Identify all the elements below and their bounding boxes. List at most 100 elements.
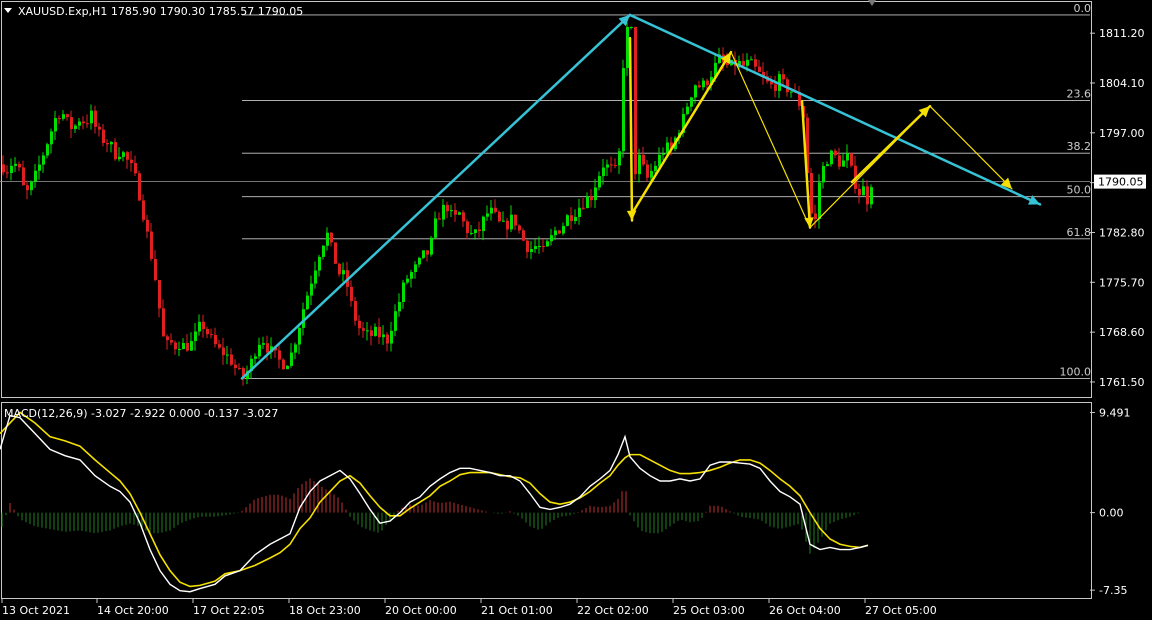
fib-level-label: 100.0 bbox=[1060, 365, 1092, 378]
candle-body bbox=[810, 173, 813, 214]
candle-body bbox=[154, 258, 157, 281]
trading-chart[interactable]: 0.0 23.6 38.2 50.0 61.8 100.0 1811.20 1804.10 1… bbox=[0, 0, 1152, 620]
candle-body bbox=[126, 152, 129, 160]
candle-body bbox=[362, 328, 365, 331]
time-axis-label: 22 Oct 02:00 bbox=[577, 604, 649, 617]
candle-body bbox=[826, 164, 829, 167]
fib-level-label: 0.0 bbox=[1074, 2, 1092, 15]
candle-body bbox=[234, 364, 237, 368]
candle-body bbox=[278, 350, 281, 360]
candle-body bbox=[506, 220, 509, 230]
candle-body bbox=[6, 172, 9, 174]
candle-body bbox=[702, 80, 705, 88]
candle-body bbox=[646, 164, 649, 178]
candle-body bbox=[574, 216, 577, 222]
candle-body bbox=[82, 121, 85, 124]
current-price-value: 1790.05 bbox=[1098, 176, 1144, 189]
candle-body bbox=[162, 308, 165, 337]
candle-body bbox=[518, 225, 521, 231]
candle-body bbox=[782, 74, 785, 80]
candle-body bbox=[598, 176, 601, 188]
fib-level-label: 23.6 bbox=[1067, 88, 1092, 101]
candle-body bbox=[846, 153, 849, 161]
candle-body bbox=[198, 321, 201, 332]
candle-body bbox=[742, 60, 745, 66]
candle-body bbox=[182, 343, 185, 350]
candle-body bbox=[650, 170, 653, 178]
candle-body bbox=[406, 278, 409, 283]
candle-body bbox=[66, 114, 69, 118]
fib-level-label: 61.8 bbox=[1067, 226, 1092, 239]
macd-axis-label: 9.491 bbox=[1099, 407, 1131, 420]
candle-body bbox=[610, 164, 613, 166]
candle-body bbox=[538, 246, 541, 248]
candle-body bbox=[706, 80, 709, 85]
price-axis-label: 1782.80 bbox=[1099, 226, 1145, 239]
candle-body bbox=[22, 167, 25, 186]
candle-body bbox=[542, 246, 545, 248]
candle-body bbox=[34, 170, 37, 182]
candle-body bbox=[62, 114, 65, 119]
candle-body bbox=[446, 204, 449, 212]
candle-body bbox=[566, 215, 569, 226]
candle-body bbox=[158, 280, 161, 309]
candle-body bbox=[774, 84, 777, 91]
candle-body bbox=[522, 230, 525, 241]
candle-body bbox=[374, 326, 377, 336]
price-axis-label: 1775.70 bbox=[1099, 276, 1145, 289]
candle-body bbox=[318, 256, 321, 271]
candle-body bbox=[594, 187, 597, 201]
candle-body bbox=[562, 225, 565, 234]
candle-body bbox=[474, 229, 477, 233]
candle-body bbox=[26, 185, 29, 191]
candle-body bbox=[138, 173, 141, 201]
candle-body bbox=[94, 110, 97, 127]
time-axis-label: 27 Oct 05:00 bbox=[865, 604, 937, 617]
candle-body bbox=[58, 118, 61, 120]
candle-body bbox=[822, 166, 825, 183]
price-axis-label: 1761.50 bbox=[1099, 376, 1145, 389]
candle-body bbox=[106, 142, 109, 145]
candle-body bbox=[266, 343, 269, 353]
candle-body bbox=[74, 125, 77, 129]
time-axis-label: 26 Oct 04:00 bbox=[769, 604, 841, 617]
candle-body bbox=[746, 59, 749, 66]
price-axis-label: 1804.10 bbox=[1099, 77, 1145, 90]
candle-body bbox=[166, 336, 169, 341]
candle-body bbox=[486, 213, 489, 217]
candle-body bbox=[410, 272, 413, 279]
fib-level-label: 38.2 bbox=[1067, 140, 1092, 153]
candle-body bbox=[398, 301, 401, 312]
candle-body bbox=[570, 215, 573, 222]
symbol-header: XAUUSD.Exp,H1 1785.90 1790.30 1785.57 17… bbox=[18, 5, 303, 18]
candle-body bbox=[334, 242, 337, 264]
candle-body bbox=[442, 204, 445, 220]
candle-body bbox=[350, 286, 353, 301]
candle-body bbox=[150, 231, 153, 259]
candle-body bbox=[262, 343, 265, 345]
macd-header: MACD(12,26,9) -3.027 -2.922 0.000 -0.137… bbox=[4, 407, 278, 420]
candle-body bbox=[478, 229, 481, 232]
candle-body bbox=[686, 106, 689, 115]
candle-body bbox=[858, 188, 861, 196]
candle-body bbox=[658, 154, 661, 166]
candle-body bbox=[414, 264, 417, 273]
time-axis-label: 17 Oct 22:05 bbox=[193, 604, 265, 617]
candle-body bbox=[554, 230, 557, 236]
candle-body bbox=[238, 367, 241, 369]
time-axis-label: 14 Oct 20:00 bbox=[97, 604, 169, 617]
candle-body bbox=[834, 150, 837, 156]
time-axis-label: 25 Oct 03:00 bbox=[673, 604, 745, 617]
candle-body bbox=[830, 150, 833, 165]
candle-body bbox=[550, 235, 553, 242]
candle-body bbox=[118, 156, 121, 160]
candle-body bbox=[758, 66, 761, 72]
candle-body bbox=[466, 221, 469, 234]
candle-body bbox=[2, 164, 5, 173]
candle-body bbox=[378, 326, 381, 338]
candle-body bbox=[142, 200, 145, 220]
candle-body bbox=[422, 250, 425, 258]
candle-body bbox=[458, 212, 461, 215]
candle-body bbox=[38, 164, 41, 171]
candle-body bbox=[90, 110, 93, 124]
